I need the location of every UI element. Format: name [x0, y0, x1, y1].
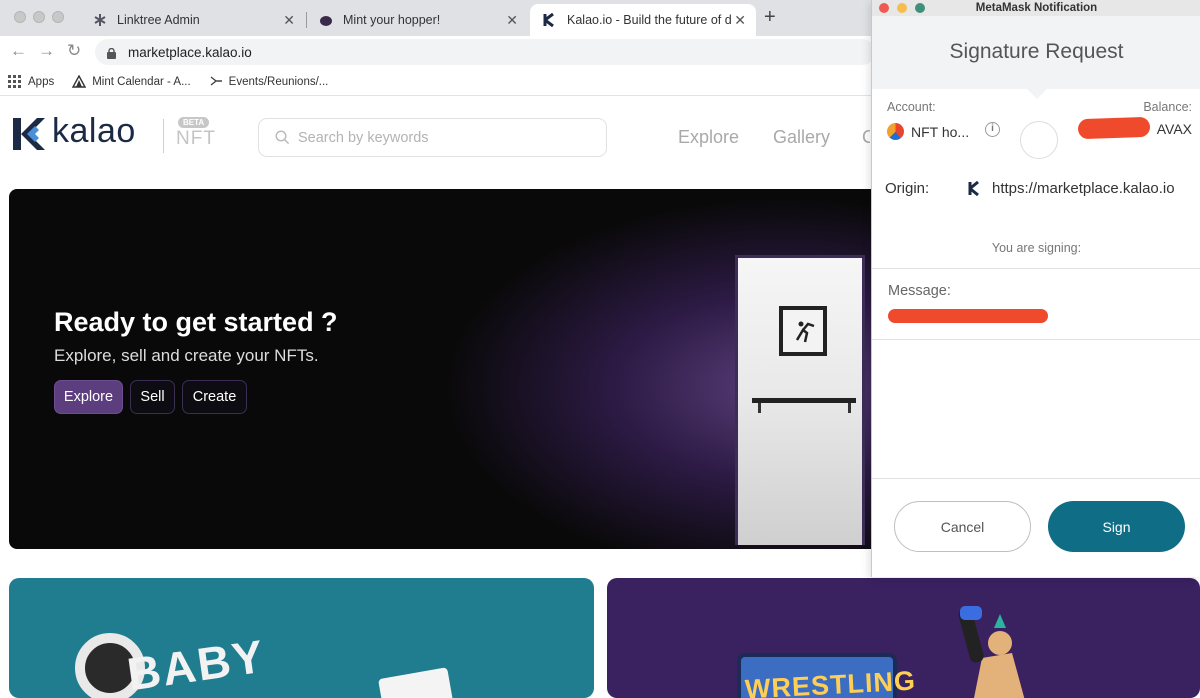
kalao-icon	[542, 13, 557, 28]
apps-grid-icon	[8, 74, 21, 88]
nav-more-partial[interactable]: C	[862, 127, 870, 148]
forward-arrow-icon[interactable]: →	[38, 41, 55, 61]
hero-title: Ready to get started ?	[54, 307, 338, 337]
hero-create-button[interactable]: Create	[182, 380, 247, 414]
window-close-dot[interactable]	[879, 3, 889, 13]
window-minimize-dot[interactable]	[897, 3, 907, 13]
triangle-icon	[72, 75, 87, 88]
kalao-wordmark[interactable]: kalao	[52, 112, 136, 151]
sign-illustration	[378, 667, 454, 698]
back-arrow-icon[interactable]: ←	[10, 41, 27, 61]
url-text: marketplace.kalao.io	[128, 44, 252, 60]
hero-explore-button[interactable]: Explore	[54, 380, 123, 414]
close-icon[interactable]: ✕	[283, 12, 295, 29]
logo-divider	[163, 119, 164, 153]
window-close-dot[interactable]	[14, 11, 26, 23]
tab-linktree[interactable]: Linktree Admin ✕	[80, 4, 305, 36]
window-zoom-dot[interactable]	[915, 3, 925, 13]
signature-request-title: Signature Request	[949, 40, 1124, 63]
tab-hopper[interactable]: Mint your hopper! ✕	[306, 4, 528, 36]
collection-card-baby[interactable]: BABY	[9, 578, 594, 698]
balance-label: Balance:	[1143, 100, 1192, 114]
window-minimize-dot[interactable]	[33, 11, 45, 23]
search-placeholder: Search by keywords	[298, 129, 429, 146]
metamask-titlebar: MetaMask Notification	[872, 0, 1200, 16]
redaction-mark	[1077, 116, 1151, 140]
hero-banner: Ready to get started ? Explore, sell and…	[9, 189, 889, 549]
new-tab-icon[interactable]: +	[764, 6, 776, 29]
bookmark-label: Mint Calendar - A...	[92, 75, 191, 88]
address-bar[interactable]: marketplace.kalao.io	[95, 39, 875, 65]
collection-card-wrestling[interactable]: WRESTLING	[607, 578, 1200, 698]
hopper-icon	[318, 13, 333, 28]
events-icon	[210, 76, 222, 86]
window-title: MetaMask Notification	[975, 2, 1098, 14]
reload-icon[interactable]: ↻	[67, 41, 81, 61]
wrestler-illustration	[958, 606, 1025, 698]
message-label: Message:	[888, 283, 951, 299]
nft-label: NFT	[176, 128, 216, 149]
message-box: Message:	[872, 268, 1200, 340]
hero-subtitle: Explore, sell and create your NFTs.	[54, 346, 319, 365]
nav-explore[interactable]: Explore	[678, 127, 739, 148]
card-art-text: BABY	[124, 629, 269, 698]
tab-kalao[interactable]: Kalao.io - Build the future of d ✕	[530, 4, 756, 36]
bookmark-label: Apps	[28, 75, 55, 88]
beta-badge: BETA	[178, 117, 210, 128]
bench-leg	[758, 403, 761, 413]
lock-icon	[107, 47, 116, 59]
bench	[752, 398, 856, 403]
bookmark-mint-calendar[interactable]: Mint Calendar - A...	[72, 75, 191, 88]
metamask-footer: Cancel Sign	[872, 478, 1200, 577]
sign-button[interactable]: Sign	[1048, 501, 1185, 552]
close-icon[interactable]: ✕	[734, 12, 746, 29]
window-zoom-dot[interactable]	[52, 11, 64, 23]
balance-unit: AVAX	[1156, 121, 1192, 137]
framed-artwork	[779, 306, 827, 356]
identicon	[1020, 121, 1058, 159]
tab-title: Mint your hopper!	[343, 13, 441, 27]
account-name[interactable]: NFT ho...	[911, 124, 969, 140]
cancel-button[interactable]: Cancel	[894, 501, 1031, 552]
bookmark-events[interactable]: Events/Reunions/...	[209, 75, 329, 88]
signing-caption: You are signing:	[991, 241, 1082, 255]
linktree-icon	[92, 13, 107, 28]
hero-sell-button[interactable]: Sell	[130, 380, 175, 414]
bench-leg	[848, 403, 851, 413]
kalao-logo-icon[interactable]	[9, 116, 45, 152]
search-input[interactable]: Search by keywords	[258, 118, 607, 157]
info-icon[interactable]: i	[985, 122, 1000, 137]
origin-label: Origin:	[885, 180, 930, 197]
nav-gallery[interactable]: Gallery	[773, 127, 830, 148]
close-icon[interactable]: ✕	[506, 12, 518, 29]
bookmark-apps[interactable]: Apps	[8, 74, 55, 89]
gallery-doorway-illustration	[735, 255, 865, 545]
tab-title: Linktree Admin	[117, 13, 200, 27]
origin-url: https://marketplace.kalao.io	[992, 180, 1175, 197]
search-icon	[275, 130, 290, 145]
kalao-icon	[968, 181, 979, 196]
account-avatar-icon	[887, 123, 904, 140]
account-label: Account:	[887, 100, 936, 114]
tab-title: Kalao.io - Build the future of d	[567, 13, 732, 27]
bookmark-label: Events/Reunions/...	[228, 75, 329, 88]
kalao-header: kalao BETA NFT Search by keywords Explor…	[0, 97, 870, 177]
redaction-mark	[888, 309, 1048, 323]
metamask-notification-window: MetaMask Notification Signature Request …	[871, 0, 1200, 577]
